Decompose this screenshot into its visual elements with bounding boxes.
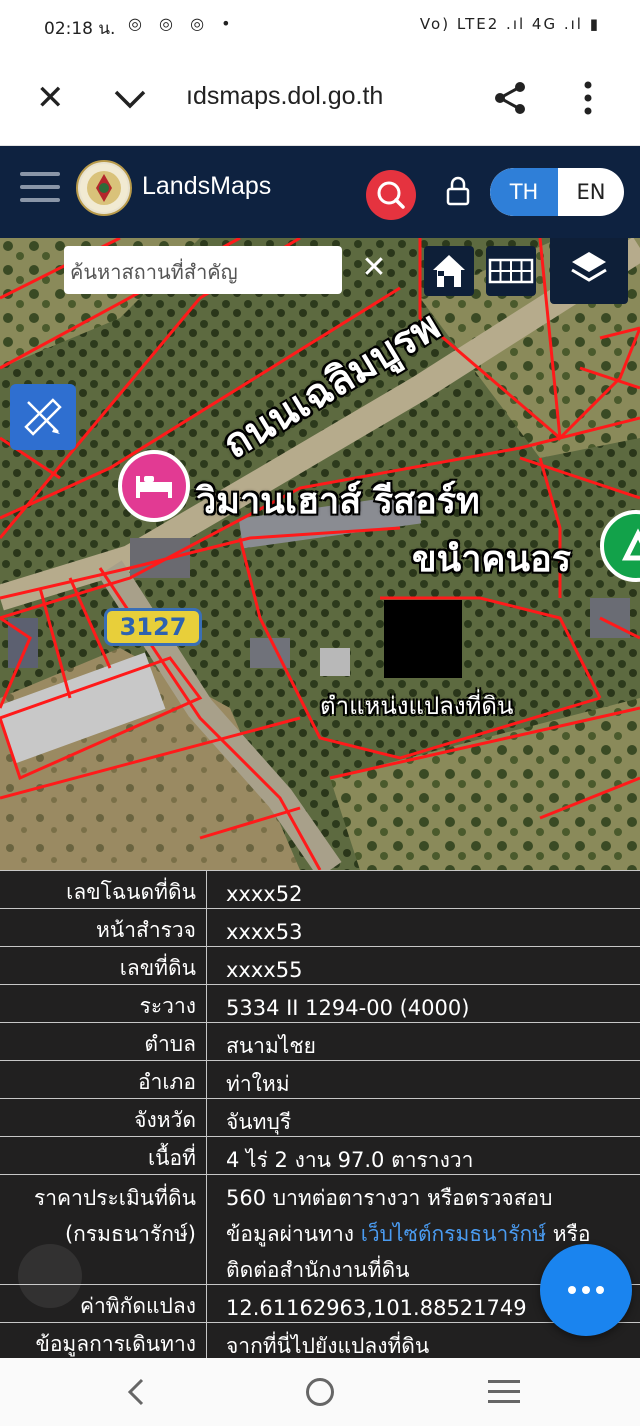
table-row: เลขโฉนดที่ดิน xxxx52 <box>0 870 640 908</box>
table-row: เนื้อที่ 4 ไร่ 2 งาน 97.0 ตารางวา <box>0 1136 640 1174</box>
price-value-line1: 560 บาทต่อตารางวา หรือตรวจสอบ <box>226 1186 553 1210</box>
parcel-marker[interactable] <box>384 600 462 678</box>
table-row: เลขที่ดิน xxxx55 <box>0 946 640 984</box>
row-value: xxxx53 <box>226 920 303 944</box>
url-text[interactable]: ıdsmaps.dol.go.th <box>186 82 383 111</box>
layers-button[interactable] <box>550 238 628 304</box>
row-value: จันทบุรี <box>226 1110 292 1134</box>
parcel-position-label: ตำแหน่งแปลงที่ดิน <box>320 692 514 720</box>
home-button[interactable] <box>424 246 474 296</box>
status-bar: 02:18 น. ◎ ◎ ◎ • Vo) LTE2 .ıl 4G .ıl ▮ <box>0 0 640 52</box>
back-icon[interactable] <box>120 1372 150 1412</box>
table-row: อำเภอ ท่าใหม่ <box>0 1060 640 1098</box>
landmark-poi-icon[interactable] <box>600 510 640 582</box>
price-value-suffix: หรือ <box>546 1222 591 1246</box>
hotel-poi-icon[interactable] <box>118 450 190 522</box>
map-view[interactable]: ถนนเฉลิมบูรพ วิมานเฮาส์ รีสอร์ท ขนำคนอร … <box>0 238 640 870</box>
notification-icons: ◎ ◎ ◎ • <box>128 14 237 33</box>
table-row: ระวาง 5334 II 1294-00 (4000) <box>0 984 640 1022</box>
place-label: ขนำคนอร <box>412 539 572 580</box>
close-icon[interactable]: ✕ <box>36 78 68 118</box>
dol-logo <box>76 160 132 216</box>
lang-th-button[interactable]: TH <box>490 168 558 216</box>
row-value: 5334 II 1294-00 (4000) <box>226 996 470 1020</box>
row-label: ระวาง <box>139 994 196 1018</box>
measure-tool-button[interactable] <box>10 384 76 450</box>
search-button[interactable] <box>366 170 416 220</box>
row-label: เลขโฉนดที่ดิน <box>66 880 196 904</box>
menu-icon[interactable] <box>20 172 60 206</box>
chevron-down-icon[interactable] <box>112 78 148 118</box>
app-header: LandsMaps TH EN <box>0 146 640 238</box>
language-toggle: TH EN <box>490 168 624 216</box>
browser-toolbar: ✕ ıdsmaps.dol.go.th <box>0 52 640 146</box>
resort-label: วิมานเฮาส์ รีสอร์ท <box>196 481 480 522</box>
table-row: ตำบล สนามไชย <box>0 1022 640 1060</box>
row-value: สนามไชย <box>226 1034 316 1058</box>
row-value: ท่าใหม่ <box>226 1072 290 1096</box>
row-label: ข้อมูลการเดินทาง <box>35 1332 196 1356</box>
price-value-prefix: ข้อมูลผ่านทาง <box>226 1222 361 1246</box>
info-icon[interactable] <box>18 1244 82 1308</box>
row-value: 4 ไร่ 2 งาน 97.0 ตารางวา <box>226 1148 474 1172</box>
more-vert-icon[interactable] <box>578 80 598 116</box>
treasury-website-link[interactable]: เว็บไซต์กรมธนารักษ์ <box>361 1222 546 1246</box>
row-value: xxxx55 <box>226 958 303 982</box>
row-label: ตำบล <box>144 1032 196 1056</box>
recents-icon[interactable] <box>488 1380 520 1404</box>
system-status-icons: Vo) LTE2 .ıl 4G .ıl ▮ <box>419 15 600 33</box>
table-row-price: ราคาประเมินที่ดิน (กรมธนารักษ์) 560 บาทต… <box>0 1174 640 1284</box>
lock-icon[interactable] <box>444 176 472 206</box>
brand-title: LandsMaps <box>142 172 272 200</box>
lang-en-button[interactable]: EN <box>558 168 624 216</box>
row-label: เลขที่ดิน <box>119 956 196 980</box>
system-nav-bar <box>0 1358 640 1426</box>
table-row: หน้าสำรวจ xxxx53 <box>0 908 640 946</box>
route-number-badge: 3127 <box>104 608 202 646</box>
more-actions-fab[interactable] <box>540 1244 632 1336</box>
share-icon[interactable] <box>492 80 528 116</box>
row-label: ราคาประเมินที่ดิน (กรมธนารักษ์) <box>0 1175 196 1252</box>
row-value: xxxx52 <box>226 882 303 906</box>
status-time: 02:18 น. <box>44 19 116 39</box>
place-search-input[interactable]: ค้นหาสถานที่สำคัญ <box>64 246 342 294</box>
row-label: เนื้อที่ <box>148 1146 196 1170</box>
table-row: จังหวัด จันทบุรี <box>0 1098 640 1136</box>
grid-toggle-button[interactable] <box>486 246 536 296</box>
row-label: หน้าสำรวจ <box>96 918 196 942</box>
row-label: อำเภอ <box>137 1070 196 1094</box>
price-label-line1: ราคาประเมินที่ดิน <box>33 1186 196 1210</box>
row-label: จังหวัด <box>134 1108 196 1132</box>
home-nav-icon[interactable] <box>306 1378 334 1406</box>
table-row-directions: ข้อมูลการเดินทาง จากที่นี่ไปยังแปลงที่ดิ… <box>0 1322 640 1358</box>
price-label-line2: (กรมธนารักษ์) <box>64 1222 196 1246</box>
clear-search-icon[interactable]: ✕ <box>356 250 392 286</box>
